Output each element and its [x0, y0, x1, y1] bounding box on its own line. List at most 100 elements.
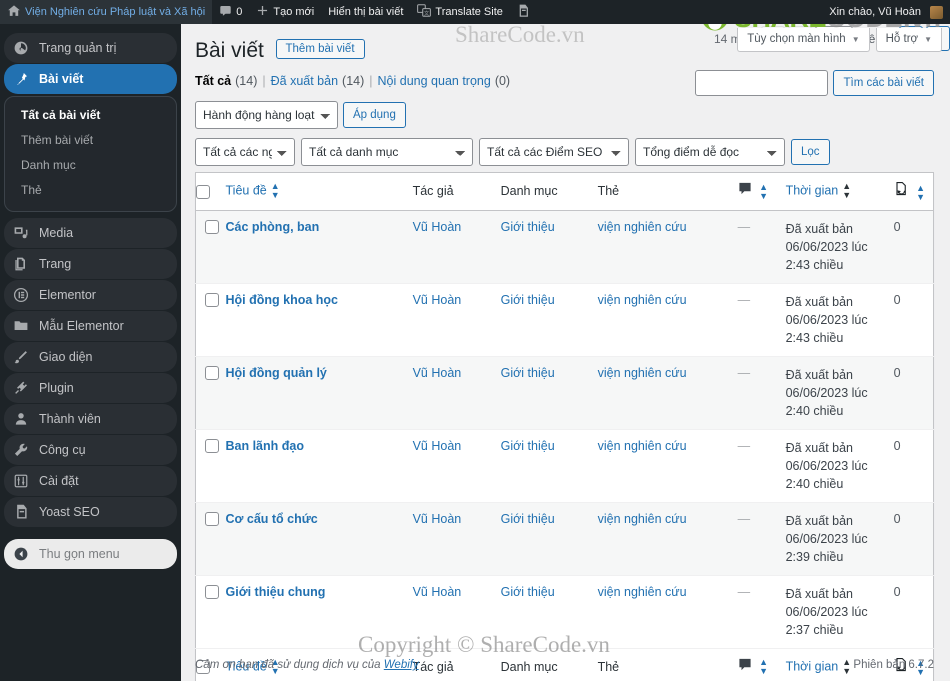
post-category-link[interactable]: Giới thiệu: [501, 585, 555, 599]
sidebar-item-appearance[interactable]: Giao diện: [4, 342, 177, 372]
sidebar-item-users[interactable]: Thành viên: [4, 404, 177, 434]
post-tag-link[interactable]: viện nghiên cứu: [598, 366, 687, 380]
cell-comments: —: [737, 429, 786, 503]
post-author-link[interactable]: Vũ Hoàn: [413, 512, 462, 526]
plus-icon: [256, 4, 269, 20]
sort-indicator-icon: ▲ ▼: [270, 181, 280, 201]
select-all-checkbox[interactable]: [196, 184, 210, 199]
post-tag-link[interactable]: viện nghiên cứu: [598, 293, 687, 307]
adminbar-translate-site[interactable]: 文 Translate Site: [410, 0, 509, 24]
sidebar-item-tools[interactable]: Công cụ: [4, 435, 177, 465]
comments-count: —: [737, 511, 751, 526]
page-title: Bài viết: [195, 39, 264, 62]
category-filter-select[interactable]: Tất cả danh mục: [301, 138, 473, 166]
sidebar-item-posts[interactable]: Bài viết: [4, 64, 177, 94]
cell-seo-score: 0: [893, 502, 934, 576]
cell-title: Hội đồng quản lý: [225, 356, 413, 430]
post-author-link[interactable]: Vũ Hoàn: [413, 366, 462, 380]
row-checkbox[interactable]: [205, 439, 219, 454]
filter-row: Tất cả các ngày Tất cả danh mục Tất cả c…: [195, 26, 950, 166]
view-published[interactable]: Đã xuất bản (14): [271, 74, 365, 88]
search-input[interactable]: [695, 70, 829, 96]
sidebar-item-media[interactable]: Media: [4, 218, 177, 248]
post-date: 06/06/2023 lúc 2:39 chiều: [785, 531, 868, 564]
sidebar-subitem-categories[interactable]: Danh mục: [5, 153, 176, 178]
adminbar-yoast-seo[interactable]: [510, 0, 537, 24]
sidebar-subitem-add-post[interactable]: Thêm bài viết: [5, 128, 176, 153]
adminbar-my-account[interactable]: Xin chào, Vũ Hoàn: [822, 0, 950, 24]
date-filter-select[interactable]: Tất cả các ngày: [195, 138, 295, 166]
post-category-link[interactable]: Giới thiệu: [501, 220, 555, 234]
seo-score-value: 0: [893, 219, 901, 234]
post-tag-link[interactable]: viện nghiên cứu: [598, 512, 687, 526]
post-author-link[interactable]: Vũ Hoàn: [413, 439, 462, 453]
bulk-action-select-top[interactable]: Hành động hàng loạt: [195, 101, 338, 129]
post-tag-link[interactable]: viện nghiên cứu: [598, 585, 687, 599]
cell-date: Đã xuất bản 06/06/2023 lúc 2:43 chiều: [785, 210, 894, 284]
adminbar-site-name[interactable]: Viện Nghiên cứu Pháp luật và Xã hội: [0, 0, 213, 24]
column-header-title[interactable]: Tiêu đề ▲ ▼: [225, 172, 413, 211]
sidebar-item-settings[interactable]: Cài đặt: [4, 466, 177, 496]
adminbar-view-posts[interactable]: Hiển thị bài viết: [321, 0, 410, 24]
post-author-link[interactable]: Vũ Hoàn: [413, 220, 462, 234]
sidebar-item-plugins[interactable]: Plugin: [4, 373, 177, 403]
sidebar-item-yoast-seo[interactable]: Yoast SEO: [4, 497, 177, 527]
bulk-apply-button-top[interactable]: Áp dụng: [343, 102, 406, 128]
filter-submit-button[interactable]: Lọc: [791, 139, 830, 165]
post-category-link[interactable]: Giới thiệu: [501, 439, 555, 453]
help-button[interactable]: Hỗ trợ ▼: [875, 28, 942, 52]
column-header-comments[interactable]: ▲ ▼: [737, 172, 786, 211]
row-checkbox[interactable]: [205, 512, 219, 527]
post-title-link[interactable]: Hội đồng quản lý: [226, 366, 327, 380]
adminbar-comments[interactable]: 0: [212, 0, 249, 24]
add-new-post-button[interactable]: Thêm bài viết: [275, 39, 365, 59]
sidebar-item-elementor-templates[interactable]: Mẫu Elementor: [4, 311, 177, 341]
collapse-menu-button[interactable]: Thu gọn menu: [4, 539, 177, 569]
cell-comments: —: [737, 575, 786, 649]
cell-comments: —: [737, 283, 786, 357]
post-date: 06/06/2023 lúc 2:43 chiều: [785, 312, 868, 345]
cell-comments: —: [737, 502, 786, 576]
sidebar-item-pages[interactable]: Trang: [4, 249, 177, 279]
sidebar-item-elementor[interactable]: Elementor: [4, 280, 177, 310]
adminbar-new-content[interactable]: Tạo mới: [249, 0, 321, 24]
column-header-seo-score[interactable]: ▲ ▼: [893, 172, 934, 211]
post-category-link[interactable]: Giới thiệu: [501, 293, 555, 307]
post-title-link[interactable]: Ban lãnh đạo: [226, 439, 304, 453]
column-header-tags-label: Thẻ: [597, 184, 620, 199]
post-author-link[interactable]: Vũ Hoàn: [413, 585, 462, 599]
post-tag-link[interactable]: viện nghiên cứu: [598, 439, 687, 453]
sidebar-item-label: Yoast SEO: [39, 505, 100, 519]
view-published-link[interactable]: Đã xuất bản: [271, 74, 338, 88]
seo-score-filter-select[interactable]: Tất cả các Điểm SEO: [479, 138, 629, 166]
yoast-seo-icon: [517, 4, 530, 21]
post-status: Đã xuất bản: [785, 440, 854, 455]
row-select-cell: [195, 210, 226, 284]
post-title-link[interactable]: Giới thiệu chung: [226, 585, 326, 599]
post-title-link[interactable]: Cơ cấu tổ chức: [226, 512, 318, 526]
footer-webify-link[interactable]: Webify: [384, 659, 419, 671]
column-header-date[interactable]: Thời gian ▲ ▼: [785, 172, 894, 211]
view-all-link[interactable]: Tất cả: [195, 74, 231, 88]
post-author-link[interactable]: Vũ Hoàn: [413, 293, 462, 307]
post-title-link[interactable]: Các phòng, ban: [226, 220, 320, 234]
row-checkbox[interactable]: [205, 585, 219, 600]
post-category-link[interactable]: Giới thiệu: [501, 366, 555, 380]
post-category-link[interactable]: Giới thiệu: [501, 512, 555, 526]
post-status: Đã xuất bản: [785, 294, 854, 309]
row-checkbox[interactable]: [205, 366, 219, 381]
view-cornerstone[interactable]: Nội dung quan trọng (0): [378, 74, 511, 88]
view-all[interactable]: Tất cả (14): [195, 74, 257, 88]
readability-filter-select[interactable]: Tổng điểm dễ đọc: [635, 138, 785, 166]
sidebar-subitem-tags[interactable]: Thẻ: [5, 178, 176, 203]
sidebar-subitem-all-posts[interactable]: Tất cả bài viết: [5, 103, 176, 128]
sidebar-item-label: Thành viên: [39, 412, 101, 426]
row-checkbox[interactable]: [205, 220, 219, 235]
post-tag-link[interactable]: viện nghiên cứu: [598, 220, 687, 234]
screen-options-button[interactable]: Tùy chọn màn hình ▼: [737, 28, 870, 52]
search-submit-button[interactable]: Tìm các bài viết: [833, 70, 934, 96]
sidebar-item-dashboard[interactable]: Trang quản trị: [4, 33, 177, 63]
post-title-link[interactable]: Hội đồng khoa học: [226, 293, 339, 307]
view-cornerstone-link[interactable]: Nội dung quan trọng: [378, 74, 491, 88]
row-checkbox[interactable]: [205, 293, 219, 308]
